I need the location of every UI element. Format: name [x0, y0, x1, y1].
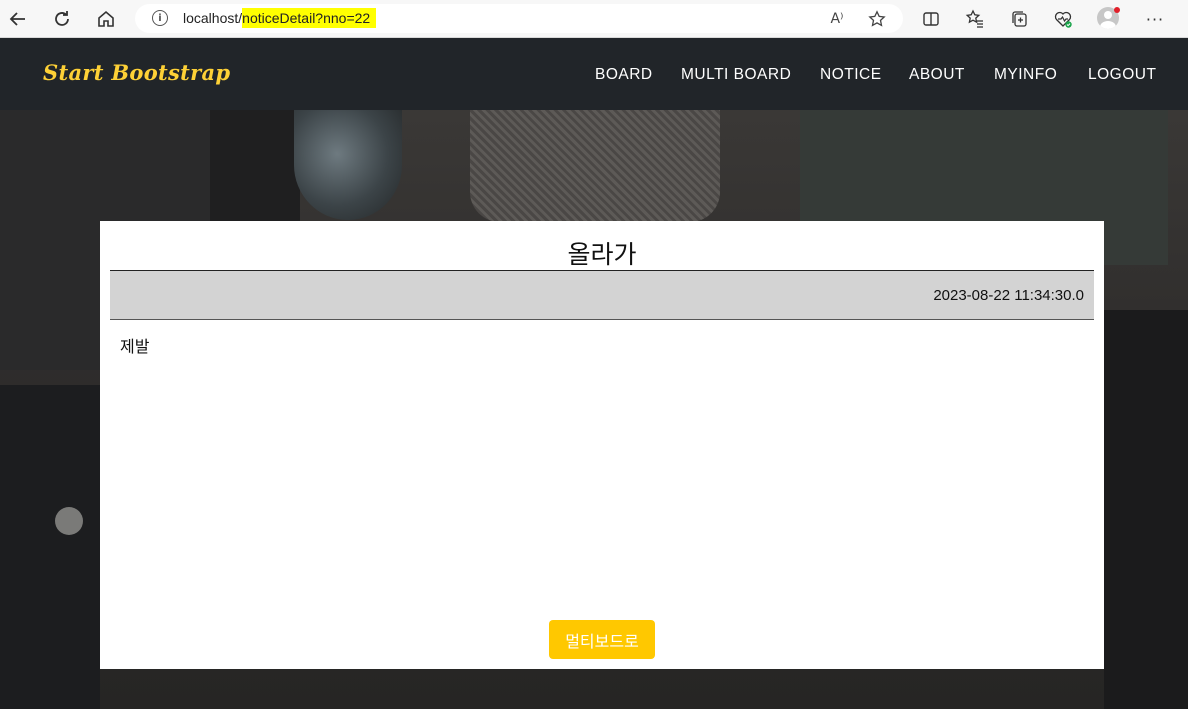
nav-item-board[interactable]: BOARD: [595, 66, 653, 84]
more-icon[interactable]: ···: [1143, 7, 1167, 31]
browser-toolbar: i localhost/noticeDetail?nno=22 A⁾ ···: [0, 0, 1188, 38]
notice-content: 제발: [120, 337, 150, 356]
sunglasses-shape: [294, 110, 402, 220]
browser-essentials-icon[interactable]: [1051, 7, 1075, 31]
notification-dot: [1114, 7, 1120, 13]
nav-item-logout[interactable]: LOGOUT: [1088, 66, 1156, 84]
headphones-shape: [1104, 310, 1188, 709]
url-highlight: noticeDetail?nno=22: [242, 8, 377, 28]
read-aloud-icon[interactable]: A⁾: [827, 9, 847, 29]
refresh-icon[interactable]: [50, 7, 74, 31]
split-screen-icon[interactable]: [919, 7, 943, 31]
back-to-multiboard-button[interactable]: 멀티보드로: [549, 620, 655, 659]
nav-item-notice[interactable]: NOTICE: [820, 66, 882, 84]
home-icon[interactable]: [94, 7, 118, 31]
brand-logo[interactable]: Start Bootstrap: [43, 60, 230, 85]
notice-meta-bar: 2023-08-22 11:34:30.0: [110, 271, 1094, 320]
site-navbar: Start Bootstrap BOARD MULTI BOARD NOTICE…: [0, 38, 1188, 110]
nav-item-multi-board[interactable]: MULTI BOARD: [681, 66, 791, 84]
left-strap-shape: [0, 385, 100, 709]
nav-item-myinfo[interactable]: MYINFO: [994, 66, 1057, 84]
bow-tie-shape: [470, 110, 720, 222]
favorite-star-icon[interactable]: [867, 9, 887, 29]
favorites-icon[interactable]: [963, 7, 987, 31]
url-text[interactable]: localhost/noticeDetail?nno=22: [183, 8, 377, 28]
nav-item-about[interactable]: ABOUT: [909, 66, 965, 84]
notice-detail-card: 올라가 2023-08-22 11:34:30.0 제발 멀티보드로: [100, 221, 1104, 669]
address-bar[interactable]: i localhost/noticeDetail?nno=22 A⁾: [135, 4, 903, 33]
info-icon[interactable]: i: [152, 10, 168, 26]
collections-icon[interactable]: [1007, 7, 1031, 31]
snap-button-shape: [55, 507, 83, 535]
notice-title: 올라가: [567, 240, 637, 269]
notice-date: 2023-08-22 11:34:30.0: [933, 287, 1084, 304]
back-icon[interactable]: [6, 7, 30, 31]
